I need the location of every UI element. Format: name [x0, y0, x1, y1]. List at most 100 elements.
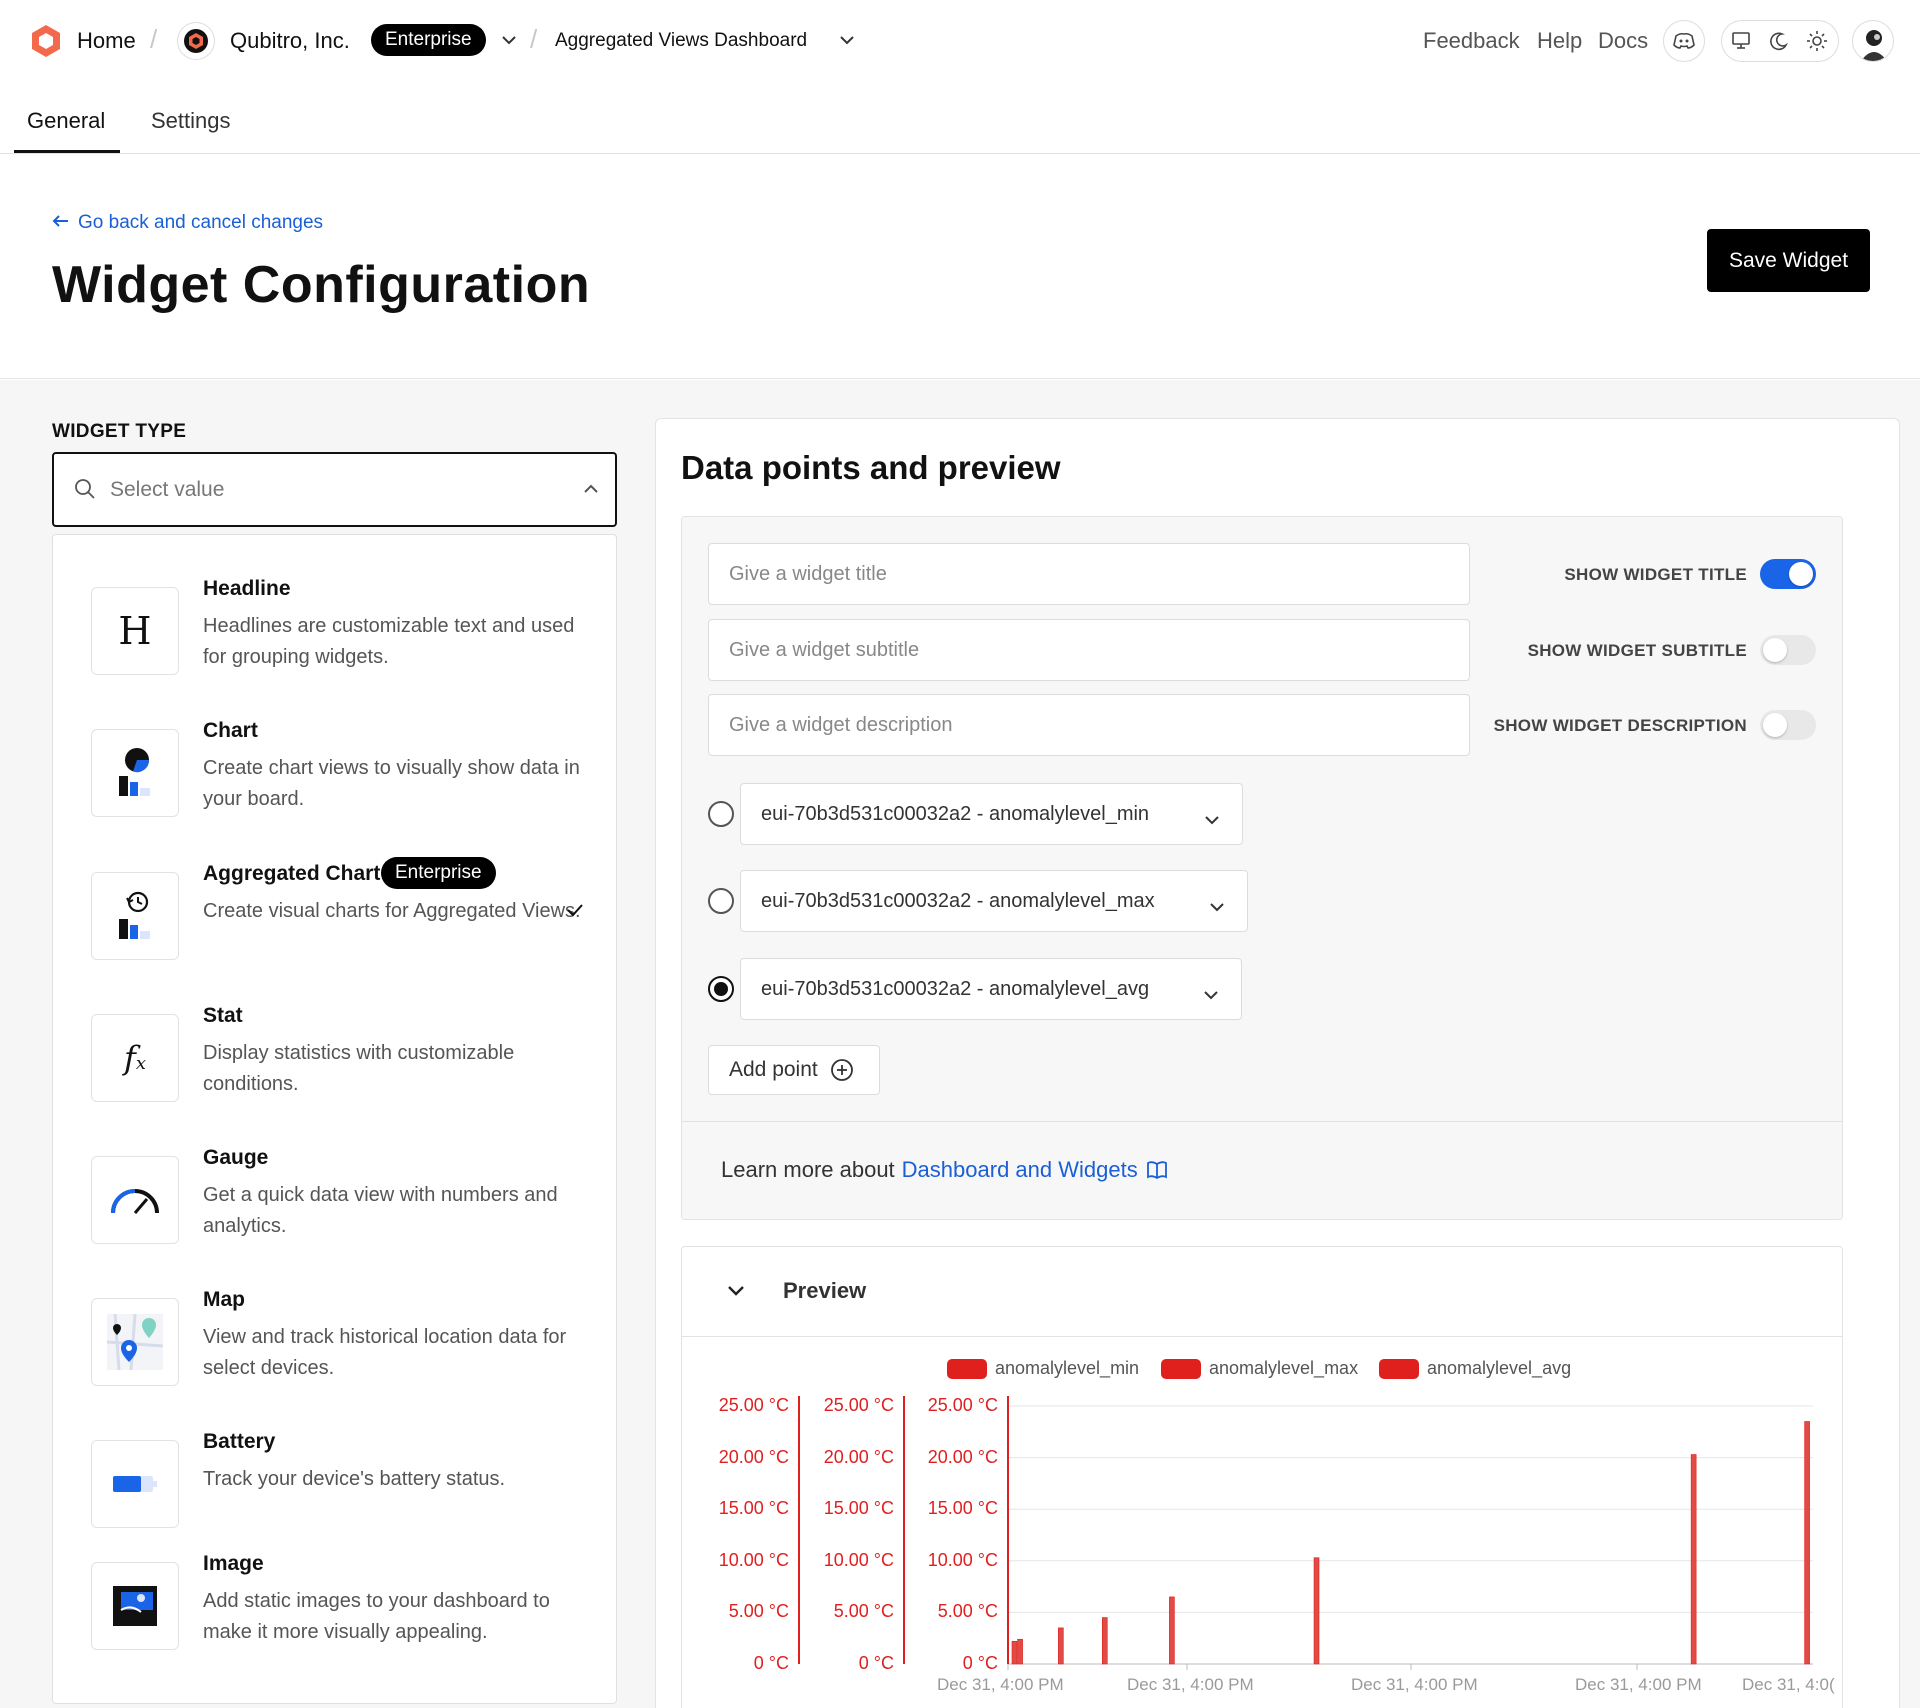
chart-y-tick-label: 15.00 °C: [718, 1498, 789, 1519]
data-point-select-label: eui-70b3d531c00032a2 - anomalylevel_min: [761, 802, 1150, 825]
widget-type-title: Aggregated Chart: [203, 862, 381, 885]
book-icon: [1146, 1160, 1168, 1180]
dashboard-chevron-down-icon[interactable]: [838, 33, 856, 51]
breadcrumb-home[interactable]: Home: [77, 28, 136, 54]
qubitro-logo-icon[interactable]: [30, 24, 62, 58]
widget-subtitle-input[interactable]: Give a widget subtitle: [708, 619, 1470, 681]
chart-y-tick-label: 25.00 °C: [823, 1395, 894, 1415]
data-point-select-min[interactable]: eui-70b3d531c00032a2 - anomalylevel_min: [740, 783, 1243, 845]
image-icon: [91, 1562, 179, 1650]
chart-y-tick-label: 20.00 °C: [718, 1446, 789, 1467]
widget-type-description: Display statistics with customizable con…: [203, 1042, 515, 1095]
chart-bar[interactable]: [1011, 1640, 1018, 1665]
chart-bar[interactable]: [1169, 1596, 1175, 1665]
org-chevron-down-icon[interactable]: [500, 33, 518, 51]
preview-divider: [682, 1336, 1842, 1337]
data-point-select-label: eui-70b3d531c00032a2 - anomalylevel_max: [761, 889, 1155, 912]
monitor-icon[interactable]: [1730, 30, 1752, 55]
save-widget-button[interactable]: Save Widget: [1707, 229, 1870, 292]
widget-type-item-gauge[interactable]: Gauge Get a quick data view with numbers…: [91, 1146, 591, 1256]
chart-bar[interactable]: [1058, 1627, 1064, 1665]
data-point-select-max[interactable]: eui-70b3d531c00032a2 - anomalylevel_max: [740, 870, 1248, 932]
widget-type-description: Add static images to your dashboard to m…: [203, 1590, 550, 1643]
back-link[interactable]: Go back and cancel changes: [52, 212, 323, 234]
widget-title-input[interactable]: Give a widget title: [708, 543, 1470, 605]
page-title: Widget Configuration: [52, 256, 591, 314]
headline-icon: H: [91, 587, 179, 675]
widget-type-description: Get a quick data view with numbers and a…: [203, 1184, 558, 1237]
widget-type-description: Headlines are customizable text and used…: [203, 615, 575, 668]
widget-type-item-chart[interactable]: Chart Create chart views to visually sho…: [91, 719, 591, 829]
widget-type-description: Track your device's battery status.: [203, 1468, 506, 1490]
widget-description-input[interactable]: Give a widget description: [708, 694, 1470, 756]
learn-more-text: Learn more about: [721, 1157, 895, 1182]
chart-y-tick-label: 25.00 °C: [927, 1395, 998, 1415]
chart-bar[interactable]: [1313, 1557, 1320, 1665]
breadcrumb-org-name[interactable]: Qubitro, Inc.: [230, 28, 350, 54]
org-avatar-icon[interactable]: [177, 22, 215, 60]
back-link-label: Go back and cancel changes: [78, 212, 324, 233]
widget-type-item-battery[interactable]: Battery Track your device's battery stat…: [91, 1430, 591, 1540]
widget-type-item-image[interactable]: Image Add static images to your dashboar…: [91, 1552, 591, 1662]
data-point-radio-max[interactable]: [708, 888, 734, 914]
moon-icon[interactable]: [1768, 30, 1790, 57]
data-points-heading: Data points and preview: [681, 449, 1061, 486]
widget-type-item-map[interactable]: Map View and track historical location d…: [91, 1288, 591, 1398]
legend-item[interactable]: anomalylevel_avg: [1379, 1358, 1571, 1379]
user-avatar[interactable]: [1852, 20, 1894, 62]
chart-x-tick-label: Dec 31, 4:00 PM: [1127, 1675, 1254, 1694]
tab-settings[interactable]: Settings: [151, 108, 231, 134]
chart-y-tick-label: 5.00 °C: [833, 1601, 894, 1622]
dashboard-widgets-link[interactable]: Dashboard and Widgets: [902, 1157, 1138, 1183]
data-point-radio-min[interactable]: [708, 801, 734, 827]
discord-icon[interactable]: [1663, 20, 1705, 62]
widget-type-title: Stat: [203, 1004, 243, 1027]
org-plan-badge: Enterprise: [371, 24, 486, 56]
breadcrumb-dashboard-name[interactable]: Aggregated Views Dashboard: [555, 30, 807, 52]
search-icon: [74, 478, 96, 505]
selected-check-icon: [565, 902, 585, 923]
chart-bar[interactable]: [1101, 1617, 1108, 1665]
preview-collapse-chevron-icon[interactable]: [726, 1284, 746, 1303]
show-widget-subtitle-toggle[interactable]: [1760, 635, 1816, 665]
arrow-left-icon: [52, 214, 70, 233]
chart-y-tick-label: 20.00 °C: [823, 1446, 894, 1467]
tab-general[interactable]: General: [27, 108, 105, 134]
data-point-radio-avg[interactable]: [708, 976, 734, 1002]
chart-y-tick-label: 10.00 °C: [927, 1549, 998, 1570]
docs-link[interactable]: Docs: [1598, 28, 1648, 54]
chart-y-tick-label: 15.00 °C: [823, 1498, 894, 1519]
chart-x-tick-label: Dec 31, 4:00 PM: [937, 1675, 1064, 1694]
show-widget-subtitle-label: SHOW WIDGET SUBTITLE: [1527, 641, 1747, 660]
legend-label: anomalylevel_avg: [1427, 1358, 1572, 1378]
widget-type-item-headline[interactable]: H Headline Headlines are customizable te…: [91, 577, 591, 687]
legend-item[interactable]: anomalylevel_max: [1161, 1358, 1358, 1379]
widget-type-select[interactable]: Select value: [52, 452, 617, 527]
chart-bar[interactable]: [1017, 1638, 1023, 1665]
help-link[interactable]: Help: [1537, 28, 1582, 54]
add-point-button[interactable]: Add point: [708, 1045, 880, 1095]
chart-x-tick-label: Dec 31, 4:0(: [1742, 1675, 1835, 1694]
legend-item[interactable]: anomalylevel_min: [947, 1358, 1139, 1379]
feedback-link[interactable]: Feedback: [1423, 28, 1520, 54]
show-widget-title-toggle[interactable]: [1760, 559, 1816, 589]
chevron-down-icon: [1209, 896, 1225, 919]
sun-icon[interactable]: [1806, 30, 1828, 57]
preview-label[interactable]: Preview: [783, 1278, 866, 1304]
widget-type-list: H Headline Headlines are customizable te…: [52, 534, 617, 1704]
data-point-select-label: eui-70b3d531c00032a2 - anomalylevel_avg: [761, 977, 1150, 1000]
legend-swatch: [1161, 1358, 1201, 1379]
learn-more: Learn more about Dashboard and Widgets: [721, 1157, 1168, 1183]
show-widget-description-label: SHOW WIDGET DESCRIPTION: [1493, 716, 1747, 735]
show-widget-description-toggle[interactable]: [1760, 710, 1816, 740]
widget-type-item-aggregated-chart[interactable]: Aggregated Chart Enterprise Create visua…: [91, 857, 591, 972]
data-point-select-avg[interactable]: eui-70b3d531c00032a2 - anomalylevel_avg: [740, 958, 1242, 1020]
gauge-icon: [91, 1156, 179, 1244]
widget-type-item-stat[interactable]: fx Stat Display statistics with customiz…: [91, 1004, 591, 1114]
legend-swatch: [947, 1358, 987, 1379]
chart-bar[interactable]: [1690, 1454, 1697, 1665]
page-tabs: General Settings: [0, 82, 1920, 154]
chart-bar[interactable]: [1804, 1421, 1810, 1665]
chevron-down-icon: [1203, 984, 1219, 1007]
widget-type-label: WIDGET TYPE: [52, 421, 187, 442]
